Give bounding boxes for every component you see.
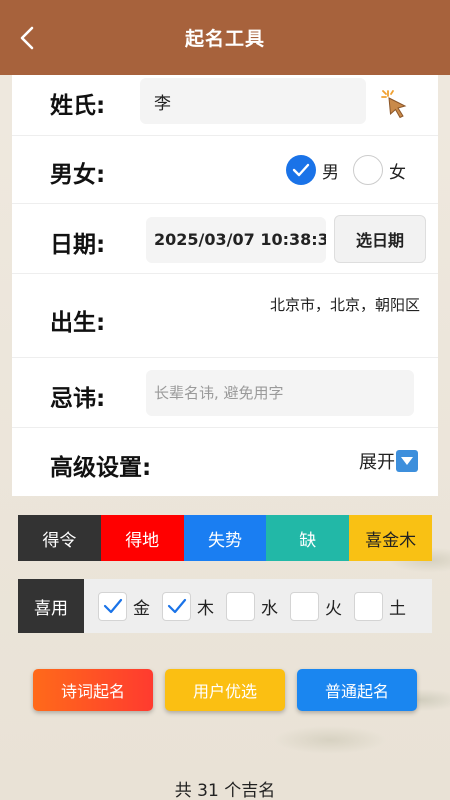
birth-label: 出生: [50,310,106,336]
pick-date-button[interactable]: 选日期 [334,215,426,263]
gender-row: 男女: 男 女 [12,136,438,204]
tag-que: 缺 [266,515,350,561]
checkbox-box [162,591,191,621]
expand-label: 展开 [359,452,395,473]
checkbox-box [226,591,255,621]
element-label: 水 [261,598,278,619]
surname-label: 姓氏: [50,93,106,119]
taboo-label: 忌讳: [50,386,106,412]
surname-input[interactable] [140,78,366,124]
bazi-tags: 得令 得地 失势 缺 喜金木 [18,515,432,561]
advanced-row: 高级设置: 展开 [12,428,438,496]
date-label: 日期: [50,232,106,258]
gender-female-radio[interactable]: 女 [353,155,406,185]
expand-toggle[interactable]: 展开 [359,448,418,474]
element-label: 土 [389,598,406,619]
element-label: 金 [133,598,150,619]
element-checkbox-shui[interactable]: 水 [226,591,278,621]
tag-xi-jinmu: 喜金木 [349,515,432,561]
favorable-label: 喜用 [18,579,84,633]
check-icon [286,155,316,185]
element-checkbox-group: 金 木 水 火 土 [84,579,432,633]
element-checkbox-tu[interactable]: 土 [354,591,406,621]
user-preferred-button[interactable]: 用户优选 [165,669,285,711]
tag-label: 得令 [42,530,77,551]
surname-row: 姓氏: [12,66,438,136]
normal-naming-button[interactable]: 普通起名 [297,669,417,711]
gender-female-label: 女 [389,162,406,183]
nav-bar: 起名工具 [0,0,450,75]
poetry-naming-button[interactable]: 诗词起名 [33,669,153,711]
tag-label: 喜金木 [365,530,417,551]
radio-empty-icon [353,155,383,185]
checkbox-box [290,591,319,621]
taboo-row: 忌讳: [12,358,438,428]
tag-label: 失势 [207,530,242,551]
tag-shishi: 失势 [183,515,267,561]
birth-location[interactable]: 北京市，北京，朝阳区 [270,294,420,315]
taboo-input[interactable] [146,370,414,416]
check-icon [167,598,186,614]
triangle-down-icon [396,450,418,472]
element-label: 火 [325,598,342,619]
birth-row: 出生: 北京市，北京，朝阳区 [12,274,438,358]
result-count: 共 31 个吉名 [174,781,276,800]
checkbox-box [98,591,127,621]
gender-male-label: 男 [322,162,339,183]
advanced-label: 高级设置: [50,455,152,481]
date-row: 日期: 2025/03/07 10:38:3 选日期 [12,204,438,274]
date-field[interactable]: 2025/03/07 10:38:3 [146,217,326,263]
element-label: 木 [197,598,214,619]
element-checkbox-jin[interactable]: 金 [98,591,150,621]
gender-male-radio[interactable]: 男 [286,155,339,185]
check-icon [103,598,122,614]
tap-cursor-icon[interactable] [380,88,412,120]
action-buttons: 诗词起名 用户优选 普通起名 [0,669,450,713]
element-checkbox-mu[interactable]: 木 [162,591,214,621]
gender-label: 男女: [50,162,106,188]
form-card: 姓氏: 男女: 男 女 日期: 2025/03/07 10:38:3 选 [12,66,438,496]
tag-dedi: 得地 [100,515,184,561]
tag-label: 得地 [125,530,160,551]
checkbox-box [354,591,383,621]
tag-deling: 得令 [18,515,101,561]
favorable-elements: 喜用 金 木 水 火 土 [18,579,432,633]
page-title: 起名工具 [184,28,265,50]
element-checkbox-huo[interactable]: 火 [290,591,342,621]
tag-label: 缺 [299,530,317,551]
